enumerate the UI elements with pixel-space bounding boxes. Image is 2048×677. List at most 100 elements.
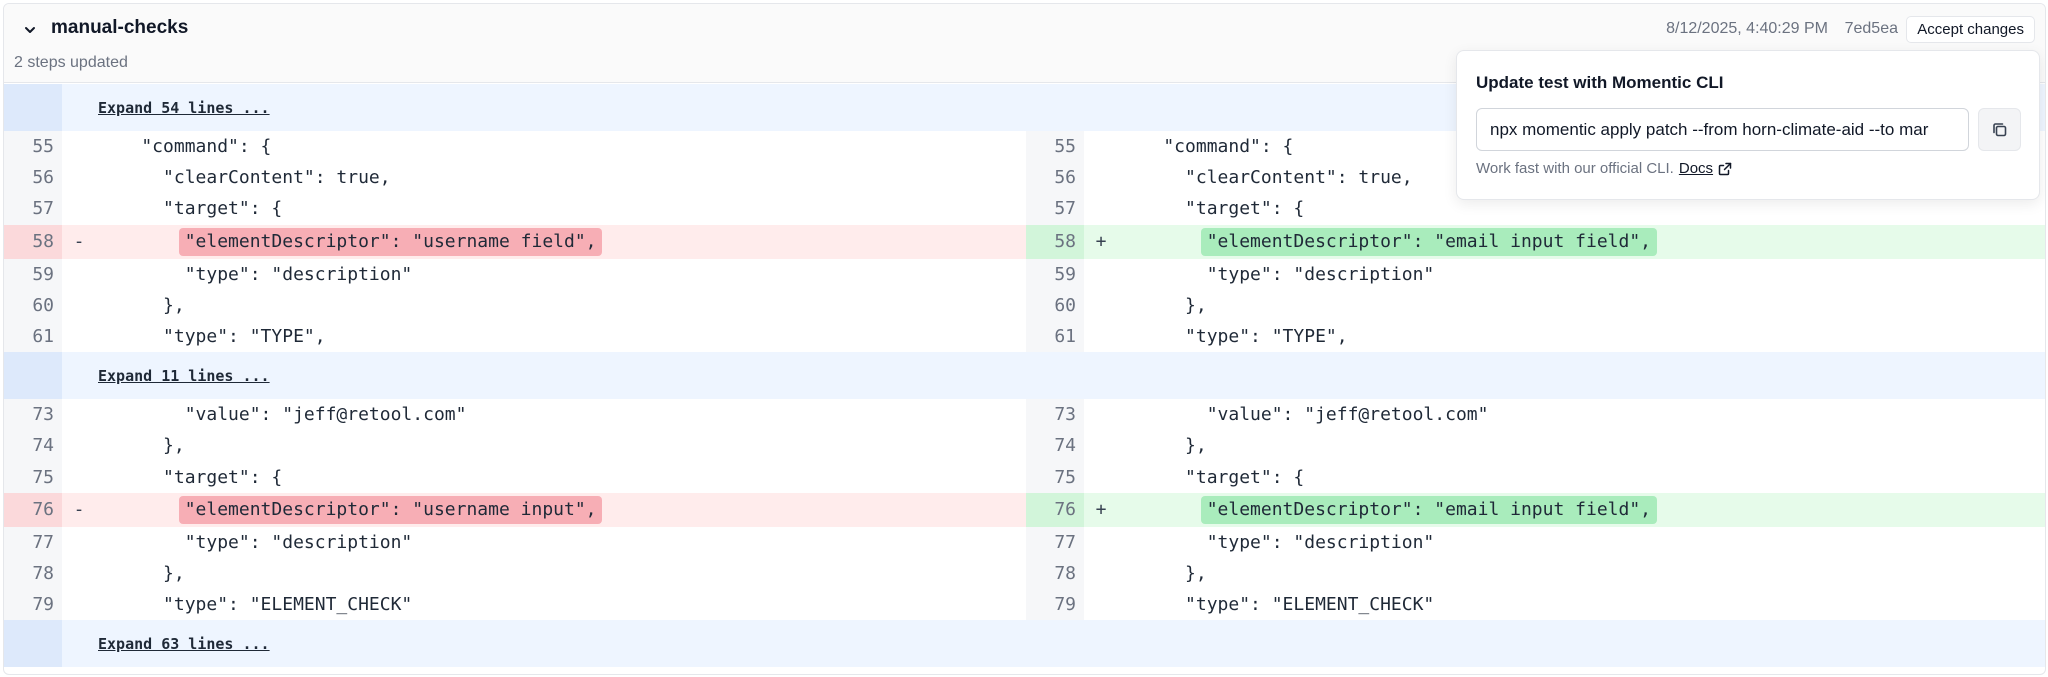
- diff-row: 77 "type": "description" 77 "type": "desc…: [4, 526, 2045, 558]
- test-title: manual-checks: [51, 17, 189, 38]
- line-number: 56: [4, 162, 62, 194]
- diff-row: 60 }, 60 },: [4, 289, 2045, 321]
- line-number: 61: [1026, 320, 1084, 353]
- popover-title: Update test with Momentic CLI: [1476, 73, 1724, 92]
- line-number: 73: [1026, 399, 1084, 431]
- line-number: 61: [4, 320, 62, 353]
- code-line: "value": "jeff@retool.com": [1120, 404, 1489, 426]
- steps-updated-text: 2 steps updated: [14, 54, 128, 71]
- cli-note-text: Work fast with our official CLI.: [1476, 160, 1674, 177]
- expand-lines-link[interactable]: Expand 11 lines ...: [98, 367, 270, 385]
- line-number: 57: [1026, 193, 1084, 225]
- diff-row: 61 "type": "TYPE", 61 "type": "TYPE",: [4, 320, 2045, 353]
- line-number: 78: [1026, 557, 1084, 590]
- timestamp: 8/12/2025, 4:40:29 PM: [1666, 20, 1828, 37]
- code-line: "type": "ELEMENT_CHECK": [1120, 594, 1435, 616]
- code-line: },: [1120, 294, 1207, 316]
- diff-row: 73 "value": "jeff@retool.com" 73 "value":…: [4, 399, 2045, 431]
- line-number: 79: [1026, 589, 1084, 621]
- cli-note: Work fast with our official CLI. Docs: [1476, 160, 1733, 177]
- right-side: 73 "value": "jeff@retool.com": [1026, 399, 2045, 431]
- line-number: 75: [1026, 461, 1084, 493]
- line-number: 55: [4, 131, 62, 163]
- right-side: 75 "target": {: [1026, 461, 2045, 493]
- code-line: "clearContent": true,: [1120, 167, 1413, 189]
- diff-row: 59 "type": "description" 59 "type": "desc…: [4, 258, 2045, 290]
- code-line: "type": "description": [98, 531, 413, 553]
- left-side: 60 },: [4, 289, 1026, 321]
- copy-button[interactable]: [1978, 108, 2021, 151]
- code-line: "target": {: [98, 466, 283, 488]
- expand-row: Expand 63 lines ...: [4, 620, 2045, 668]
- line-number: 58: [4, 224, 62, 259]
- diff-row-changed: 58- "elementDescriptor": "username field…: [4, 224, 2045, 259]
- code-line: "type": "description": [98, 263, 413, 285]
- code-line: "elementDescriptor": "email input field"…: [1120, 231, 1652, 253]
- expand-row: Expand 11 lines ...: [4, 352, 2045, 400]
- line-number: 60: [1026, 289, 1084, 321]
- line-number: 78: [4, 557, 62, 590]
- line-number: 76: [1026, 492, 1084, 527]
- expand-gutter: [4, 352, 62, 400]
- code-line: "target": {: [98, 198, 283, 220]
- right-side: 74 },: [1026, 430, 2045, 462]
- docs-link[interactable]: Docs: [1679, 160, 1733, 177]
- left-side: 58- "elementDescriptor": "username field…: [4, 224, 1026, 259]
- line-number: 79: [4, 589, 62, 621]
- left-side: 78 },: [4, 557, 1026, 590]
- code-line: },: [98, 562, 185, 584]
- code-line: "type": "description": [1120, 531, 1435, 553]
- line-number: 74: [1026, 430, 1084, 462]
- cli-popover: Update test with Momentic CLI Work fast …: [1456, 50, 2040, 200]
- line-number: 56: [1026, 162, 1084, 194]
- code-line: "command": {: [1120, 136, 1294, 158]
- code-line: },: [98, 294, 185, 316]
- line-number: 74: [4, 430, 62, 462]
- removed-sign: -: [73, 231, 85, 253]
- code-line: "command": {: [98, 136, 272, 158]
- line-number: 73: [4, 399, 62, 431]
- diff-row: 75 "target": {75 "target": {: [4, 461, 2045, 493]
- diff-row: 78 }, 78 },: [4, 557, 2045, 590]
- left-side: 59 "type": "description": [4, 258, 1026, 290]
- expand-gutter: [4, 620, 62, 668]
- diff-row-changed: 76- "elementDescriptor": "username input…: [4, 492, 2045, 527]
- expand-lines-link[interactable]: Expand 63 lines ...: [98, 635, 270, 653]
- right-side: 61 "type": "TYPE",: [1026, 320, 2045, 353]
- cli-command-input[interactable]: [1476, 108, 1969, 151]
- left-side: 73 "value": "jeff@retool.com": [4, 399, 1026, 431]
- code-line: "clearContent": true,: [98, 167, 391, 189]
- left-side: 55 "command": {: [4, 131, 1026, 163]
- external-link-icon: [1718, 162, 1732, 175]
- code-line: "elementDescriptor": "email input field"…: [1120, 499, 1652, 521]
- code-line: "elementDescriptor": "username input",: [98, 499, 597, 521]
- line-number: 77: [4, 526, 62, 558]
- docs-label: Docs: [1678, 160, 1714, 177]
- line-number: 58: [1026, 224, 1084, 259]
- line-number: 59: [1026, 258, 1084, 290]
- code-line: "value": "jeff@retool.com": [98, 404, 467, 426]
- right-side: 77 "type": "description": [1026, 526, 2045, 558]
- line-number: 55: [1026, 131, 1084, 163]
- left-side: 74 },: [4, 430, 1026, 462]
- code-line: },: [98, 435, 185, 457]
- right-side: 59 "type": "description": [1026, 258, 2045, 290]
- left-side: 56 "clearContent": true,: [4, 162, 1026, 194]
- code-line: "type": "description": [1120, 263, 1435, 285]
- chevron-down-icon[interactable]: [20, 20, 40, 40]
- diff-hunk: 73 "value": "jeff@retool.com" 73 "value":…: [4, 399, 2045, 621]
- accept-changes-button[interactable]: Accept changes: [1906, 16, 2035, 43]
- expand-lines-link[interactable]: Expand 54 lines ...: [98, 99, 270, 117]
- diff-row: 74 }, 74 },: [4, 430, 2045, 462]
- line-number: 76: [4, 492, 62, 527]
- code-line: "type": "TYPE",: [1120, 326, 1348, 348]
- left-side: 61 "type": "TYPE",: [4, 320, 1026, 353]
- left-side: 79 "type": "ELEMENT_CHECK": [4, 589, 1026, 621]
- added-sign: +: [1095, 499, 1107, 521]
- expand-gutter: [4, 84, 62, 131]
- code-line: },: [1120, 435, 1207, 457]
- copy-icon: [1992, 122, 2006, 136]
- commit-id: 7ed5ea: [1844, 20, 1898, 37]
- left-side: 75 "target": {: [4, 461, 1026, 493]
- right-side: 79 "type": "ELEMENT_CHECK": [1026, 589, 2045, 621]
